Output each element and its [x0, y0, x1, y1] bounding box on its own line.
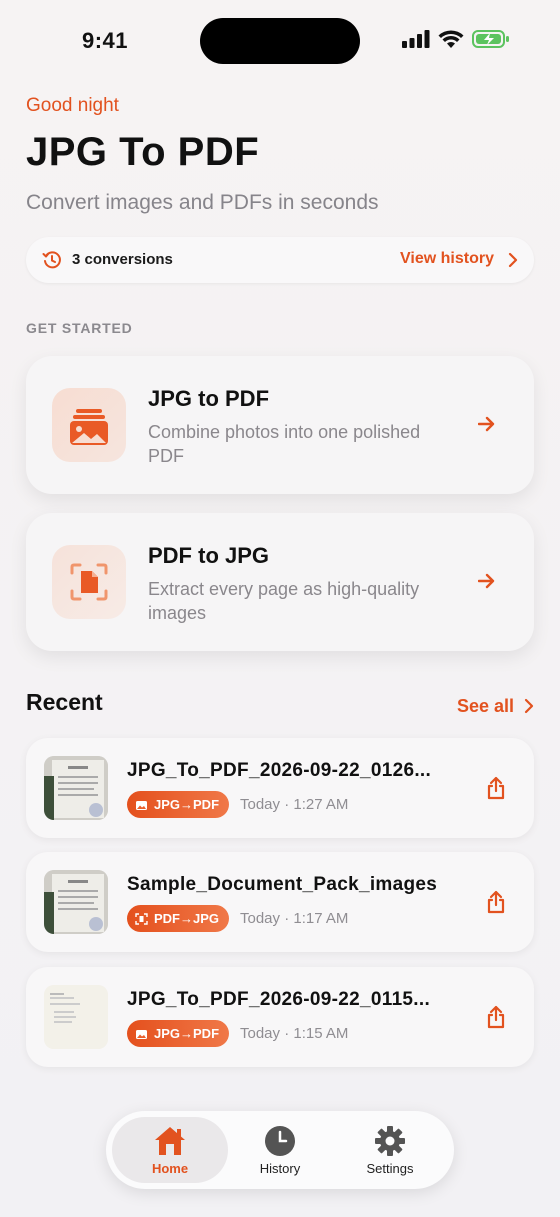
- tab-label: Settings: [366, 1161, 414, 1176]
- pdf-to-jpg-card[interactable]: PDF to JPG Extract every page as high-qu…: [26, 513, 534, 651]
- dynamic-island: [200, 18, 360, 64]
- share-icon[interactable]: [486, 890, 506, 914]
- share-icon[interactable]: [486, 776, 506, 800]
- view-history-link[interactable]: View history: [400, 250, 494, 268]
- clock-icon: [265, 1126, 295, 1156]
- badge-label: PDF→JPG: [154, 911, 220, 926]
- conversions-bar[interactable]: 3 conversions View history: [26, 237, 534, 283]
- card-title: JPG to PDF: [148, 386, 270, 411]
- signal-icon: [402, 30, 430, 48]
- badge-label: JPG→PDF: [154, 1026, 220, 1041]
- scan-document-icon: [70, 563, 108, 601]
- photo-icon: [136, 1029, 147, 1039]
- status-icons: [402, 29, 510, 49]
- recent-item[interactable]: JPG_To_PDF_2026-09-22_0115... JPG→PDF To…: [26, 967, 534, 1067]
- document-thumbnail: [44, 985, 108, 1049]
- history-icon: [42, 251, 61, 269]
- gear-icon: [375, 1126, 405, 1156]
- file-name: Sample_Document_Pack_images: [127, 874, 438, 895]
- file-name: JPG_To_PDF_2026-09-22_0115...: [127, 989, 431, 1010]
- conversion-badge: JPG→PDF: [127, 1020, 230, 1047]
- tab-bar: Home History Settings: [106, 1111, 454, 1189]
- tab-home[interactable]: Home: [112, 1117, 228, 1183]
- recent-heading: Recent: [26, 689, 103, 715]
- card-description: Extract every page as high-quality image…: [148, 579, 420, 623]
- recent-item[interactable]: JPG_To_PDF_2026-09-22_0126... JPG→PDF To…: [26, 738, 534, 838]
- arrow-right-icon: [478, 573, 495, 589]
- conversion-badge: PDF→JPG: [127, 905, 230, 932]
- file-name: JPG_To_PDF_2026-09-22_0126...: [127, 760, 432, 781]
- status-bar: 9:41: [0, 0, 560, 84]
- page-title: JPG To PDF: [26, 130, 260, 174]
- tab-label: History: [259, 1161, 301, 1176]
- tab-label: Home: [151, 1161, 189, 1176]
- status-time: 9:41: [82, 28, 129, 53]
- document-thumbnail: [44, 756, 108, 820]
- jpg-to-pdf-card[interactable]: JPG to PDF Combine photos into one polis…: [26, 356, 534, 494]
- timestamp: Today · 1:15 AM: [240, 1025, 349, 1042]
- timestamp: Today · 1:27 AM: [240, 796, 349, 813]
- card-description: Combine photos into one polished PDF: [148, 422, 421, 466]
- card-title: PDF to JPG: [148, 543, 270, 568]
- card-icon-tile: [52, 545, 126, 619]
- share-icon[interactable]: [486, 1005, 506, 1029]
- card-icon-tile: [52, 388, 126, 462]
- chevron-right-icon: [524, 698, 534, 714]
- photo-stack-icon: [70, 409, 108, 445]
- conversion-count: 3 conversions: [72, 251, 173, 268]
- wifi-icon: [438, 29, 464, 48]
- chevron-right-icon: [508, 252, 518, 268]
- greeting-text: Good night: [26, 95, 119, 116]
- badge-label: JPG→PDF: [154, 797, 220, 812]
- recent-item[interactable]: Sample_Document_Pack_images PDF→JPG Toda…: [26, 852, 534, 952]
- see-all-link[interactable]: See all: [457, 696, 514, 717]
- scan-document-icon: [135, 912, 148, 925]
- page-subtitle: Convert images and PDFs in seconds: [26, 191, 379, 214]
- home-icon: [155, 1127, 185, 1155]
- tab-settings[interactable]: Settings: [332, 1117, 448, 1183]
- section-label: GET STARTED: [26, 320, 133, 336]
- tab-history[interactable]: History: [222, 1117, 338, 1183]
- arrow-right-icon: [478, 416, 495, 432]
- battery-icon: [472, 30, 509, 48]
- photo-icon: [136, 800, 147, 810]
- timestamp: Today · 1:17 AM: [240, 910, 349, 927]
- document-thumbnail: [44, 870, 108, 934]
- conversion-badge: JPG→PDF: [127, 791, 230, 818]
